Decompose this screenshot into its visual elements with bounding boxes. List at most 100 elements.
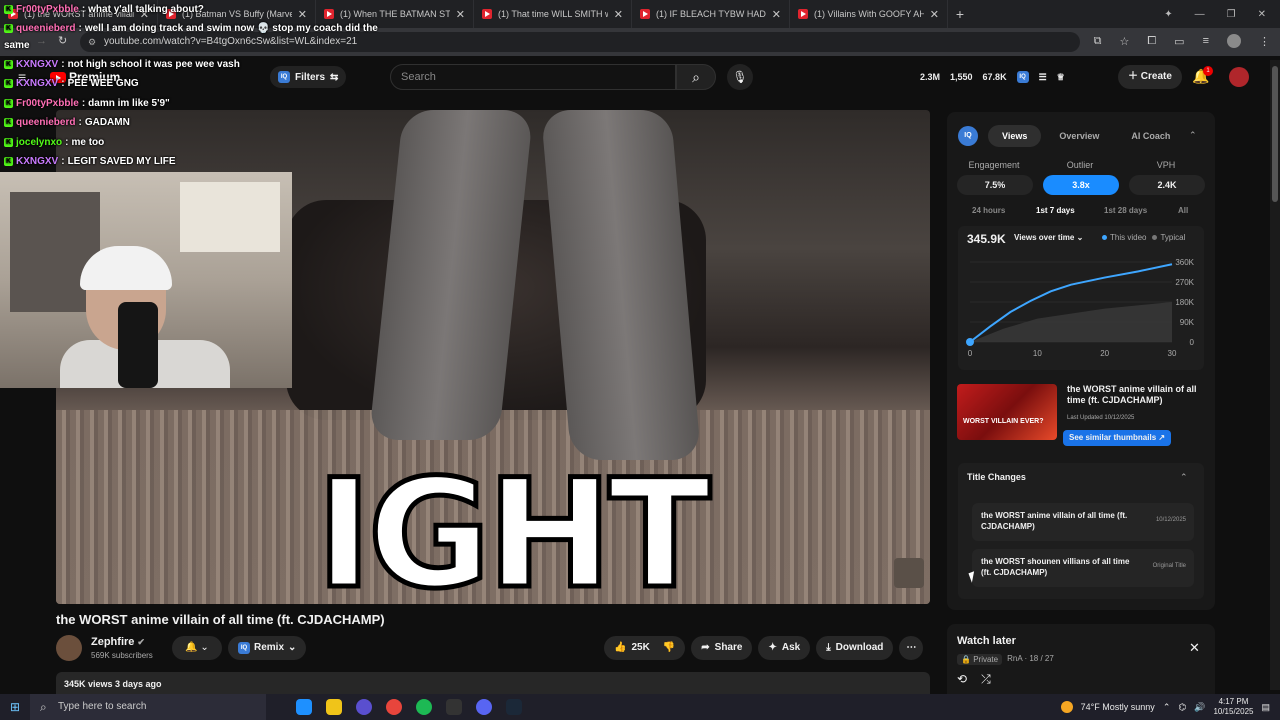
spotify-icon[interactable] bbox=[416, 699, 432, 715]
chat-message: K Fr00tyPxbble: what y'all talking about? bbox=[4, 4, 204, 15]
windows-start-icon[interactable]: ⊞ bbox=[0, 700, 30, 714]
range-tab[interactable]: 1st 28 days bbox=[1104, 206, 1147, 215]
close-tab-icon[interactable]: ✕ bbox=[930, 8, 939, 21]
kick-icon: K bbox=[4, 99, 13, 108]
similar-thumbnails-button[interactable]: See similar thumbnails ↗ bbox=[1063, 430, 1172, 446]
chat-user: queenieberd bbox=[16, 23, 76, 34]
xbox-icon[interactable] bbox=[446, 699, 462, 715]
chart-y-tick-label: 360K bbox=[1175, 258, 1194, 267]
close-tab-icon[interactable]: ✕ bbox=[456, 8, 465, 21]
share-button[interactable]: ➦ Share bbox=[691, 636, 753, 660]
filters-button[interactable]: IQ Filters ⇆ bbox=[270, 66, 347, 88]
range-tab[interactable]: 24 hours bbox=[972, 206, 1005, 215]
collapse-panel-icon[interactable]: ⌃ bbox=[1189, 130, 1197, 141]
tab-overview[interactable]: Overview bbox=[1045, 125, 1113, 147]
browser-tab[interactable]: (1) That time WILL SMITH was ✕ bbox=[474, 0, 632, 28]
profile-avatar[interactable] bbox=[1227, 34, 1241, 48]
create-button[interactable]: ＋ Create bbox=[1118, 65, 1182, 89]
extension-icon[interactable]: ✦ bbox=[1164, 9, 1172, 20]
subscription-bell-button[interactable]: 🔔 ⌄ bbox=[172, 636, 222, 660]
close-window-icon[interactable]: ✕ bbox=[1258, 9, 1266, 20]
ask-button[interactable]: ✦ Ask bbox=[758, 636, 811, 660]
trophy-icon[interactable]: ♕ bbox=[1057, 72, 1065, 83]
video-thumbnail[interactable]: WORST VILLAIN EVER? bbox=[957, 384, 1057, 440]
tray-chevron-icon[interactable]: ⌃ bbox=[1163, 702, 1171, 713]
steam-icon[interactable] bbox=[506, 699, 522, 715]
forward-icon[interactable]: → bbox=[36, 35, 47, 47]
scrollbar-thumb[interactable] bbox=[1272, 66, 1278, 202]
shuffle-icon[interactable]: ⤮ bbox=[981, 672, 991, 687]
discord-icon[interactable] bbox=[476, 699, 492, 715]
legend-this-video: This video bbox=[1102, 233, 1146, 242]
download-icon: ⤓ bbox=[826, 642, 831, 653]
network-icon[interactable]: ⌬ bbox=[1178, 702, 1186, 713]
edge-icon[interactable] bbox=[296, 699, 312, 715]
vidiq-icon[interactable]: IQ bbox=[1016, 71, 1029, 83]
chat-text: same bbox=[4, 40, 30, 51]
metric-outlier[interactable]: 3.8x bbox=[1043, 175, 1119, 195]
close-tab-icon[interactable]: ✕ bbox=[614, 8, 623, 21]
new-tab-button[interactable]: + bbox=[948, 6, 972, 22]
volume-icon[interactable]: 🔊 bbox=[1194, 702, 1205, 713]
url-text: youtube.com/watch?v=B4tgOxn6cSw&list=WL&… bbox=[104, 36, 358, 47]
close-tab-icon[interactable]: ✕ bbox=[298, 8, 307, 21]
minimize-icon[interactable]: — bbox=[1195, 9, 1205, 20]
search-button[interactable]: ⌕ bbox=[676, 64, 716, 90]
title-change-row[interactable]: the WORST anime villain of all time (ft.… bbox=[972, 503, 1194, 541]
tab-ai-coach[interactable]: AI Coach bbox=[1117, 125, 1184, 147]
stat-subs: 1,550 bbox=[950, 72, 973, 82]
sidebar-icon[interactable]: ▭ bbox=[1174, 35, 1184, 48]
screen: (1) the WORST anime villain of all time✕… bbox=[0, 0, 1280, 720]
voice-search-button[interactable]: 🎙 bbox=[727, 64, 753, 90]
chart-y-tick-label: 180K bbox=[1175, 298, 1194, 307]
title-change-row[interactable]: the WORST shounen villians of all time (… bbox=[972, 549, 1194, 587]
close-playlist-icon[interactable]: ✕ bbox=[1189, 640, 1200, 656]
browser-tab[interactable]: (1) Villains With GOOFY AH Po ✕ bbox=[790, 0, 948, 28]
playlist-title[interactable]: Watch later bbox=[957, 635, 1016, 647]
taskbar-search-input[interactable]: Type here to search bbox=[30, 694, 266, 720]
cast-icon[interactable]: ⧉ bbox=[1094, 35, 1102, 48]
sparkle-icon: ✦ bbox=[768, 642, 777, 653]
chat-user: Fr00tyPxbble bbox=[16, 4, 79, 15]
tab-views[interactable]: Views bbox=[988, 125, 1042, 147]
bookmark-star-icon[interactable]: ☆ bbox=[1119, 35, 1129, 48]
search-input[interactable]: Search bbox=[390, 64, 676, 90]
vpn-icon[interactable] bbox=[356, 699, 372, 715]
browser-tab[interactable]: (1) IF BLEACH TYBW HAD TOXIC ✕ bbox=[632, 0, 790, 28]
download-button[interactable]: ⤓ Download bbox=[816, 636, 894, 660]
clock[interactable]: 4:17 PM 10/15/2025 bbox=[1213, 697, 1253, 717]
channel-name[interactable]: Zephfire ✔ bbox=[91, 636, 145, 648]
reload-icon[interactable]: ↻ bbox=[58, 34, 67, 47]
notifications-icon[interactable]: ▤ bbox=[1261, 702, 1270, 713]
account-avatar[interactable] bbox=[1229, 67, 1249, 87]
metric-vph[interactable]: 2.4K bbox=[1129, 175, 1205, 195]
range-tab[interactable]: All bbox=[1178, 206, 1188, 215]
playlist-position: RnA · 18 / 27 bbox=[1007, 654, 1054, 663]
chrome-icon[interactable] bbox=[386, 699, 402, 715]
remix-button[interactable]: IQ Remix ⌄ bbox=[228, 636, 307, 660]
range-tab[interactable]: 1st 7 days bbox=[1036, 206, 1075, 215]
chat-user: KXNGXV bbox=[16, 78, 59, 89]
weather-text[interactable]: 74°F Mostly sunny bbox=[1081, 702, 1155, 712]
create-label: Create bbox=[1140, 71, 1172, 82]
extensions-icon[interactable]: ⧠ bbox=[1147, 35, 1156, 48]
video-description-box[interactable]: 345K views 3 days ago bbox=[56, 672, 930, 694]
channel-avatar[interactable] bbox=[56, 635, 82, 661]
loop-icon[interactable]: ⟲ bbox=[957, 672, 967, 687]
url-field[interactable]: ⚙ youtube.com/watch?v=B4tgOxn6cSw&list=W… bbox=[80, 32, 1080, 52]
reading-list-icon[interactable]: ≡ bbox=[1203, 35, 1209, 47]
more-actions-button[interactable]: ⋯ bbox=[899, 636, 924, 660]
thumbs-down-icon[interactable]: 👎 bbox=[663, 636, 675, 660]
maximize-icon[interactable]: ❐ bbox=[1227, 9, 1236, 20]
close-tab-icon[interactable]: ✕ bbox=[772, 8, 781, 21]
like-button[interactable]: 👍 25K 👎 bbox=[604, 636, 686, 660]
site-info-icon[interactable]: ⚙ bbox=[88, 32, 96, 52]
views-metric-dropdown[interactable]: Views over time ⌄ bbox=[1014, 233, 1083, 242]
tab-title: (1) When THE BATMAN STOPPED bbox=[340, 9, 450, 19]
metric-engagement[interactable]: 7.5% bbox=[957, 175, 1033, 195]
channel-watermark-icon[interactable] bbox=[894, 558, 924, 588]
menu-kebab-icon[interactable]: ⋮ bbox=[1259, 35, 1270, 48]
file-explorer-icon[interactable] bbox=[326, 699, 342, 715]
collapse-title-changes-icon[interactable]: ⌃ bbox=[1180, 472, 1188, 483]
list-icon[interactable]: ☰ bbox=[1039, 72, 1047, 83]
